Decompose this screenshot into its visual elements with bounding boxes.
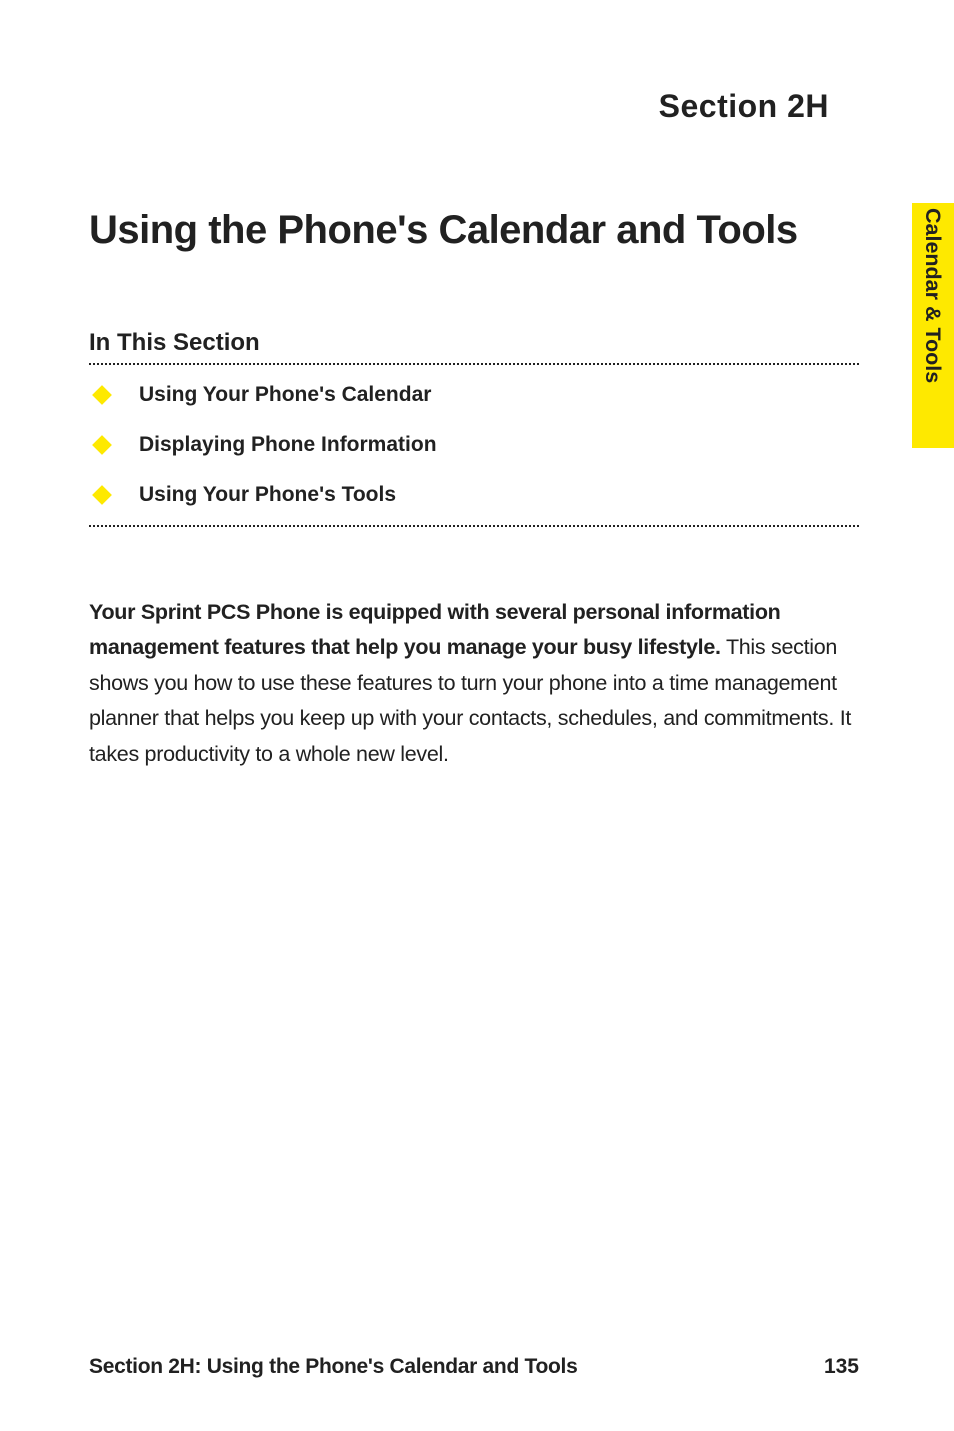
toc-list: Using Your Phone's Calendar Displaying P… — [89, 383, 859, 507]
body-intro-bold: Your Sprint PCS Phone is equipped with s… — [89, 600, 781, 659]
list-item-label: Using Your Phone's Tools — [139, 483, 396, 507]
diamond-bullet-icon — [92, 385, 112, 405]
body-paragraph: Your Sprint PCS Phone is equipped with s… — [89, 595, 859, 772]
divider-top — [89, 363, 859, 365]
list-item: Using Your Phone's Tools — [89, 483, 859, 507]
page-content: Section 2H Using the Phone's Calendar an… — [0, 0, 954, 772]
page-title: Using the Phone's Calendar and Tools — [89, 203, 859, 257]
diamond-bullet-icon — [92, 435, 112, 455]
list-item-label: Using Your Phone's Calendar — [139, 383, 431, 407]
list-item-label: Displaying Phone Information — [139, 433, 437, 457]
page-number: 135 — [824, 1355, 859, 1379]
list-item: Using Your Phone's Calendar — [89, 383, 859, 407]
diamond-bullet-icon — [92, 485, 112, 505]
divider-bottom — [89, 525, 859, 527]
section-label: Section 2H — [89, 88, 859, 125]
side-tab-label: Calendar & Tools — [920, 208, 945, 383]
subsection-title: In This Section — [89, 329, 859, 357]
page-footer: Section 2H: Using the Phone's Calendar a… — [89, 1355, 859, 1379]
list-item: Displaying Phone Information — [89, 433, 859, 457]
side-tab: Calendar & Tools — [912, 203, 954, 448]
footer-section-title: Section 2H: Using the Phone's Calendar a… — [89, 1355, 577, 1379]
